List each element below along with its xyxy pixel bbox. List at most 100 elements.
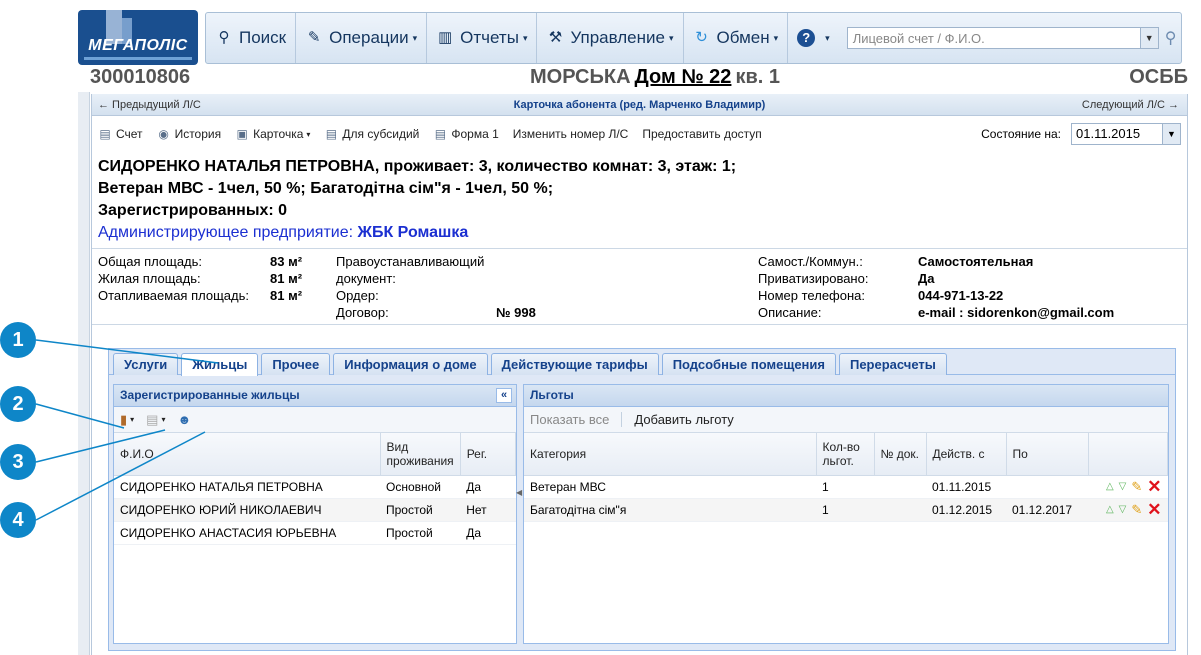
search-menu[interactable]: ⚲ Поиск: [206, 13, 297, 63]
show-all-button[interactable]: Показать все: [530, 412, 623, 427]
subscriber-line-3: Зарегистрированных: 0: [98, 202, 288, 219]
help-icon: ?: [797, 29, 816, 47]
table-row[interactable]: СИДОРЕНКО ЮРИЙ НИКОЛАЕВИЧ Простой Нет: [114, 498, 516, 522]
divider: [92, 324, 1187, 325]
admin-enterprise-link[interactable]: ЖБК Ромашка: [358, 224, 469, 241]
benefits-pane: Льготы Показать все Добавить льготу Кате…: [523, 384, 1169, 644]
tab-auxiliary-rooms[interactable]: Подсобные помещения: [661, 353, 836, 375]
account-button[interactable]: ▤ Счет: [98, 127, 142, 141]
operations-menu[interactable]: ✎ Операции ▾: [296, 13, 428, 63]
subsidies-button[interactable]: ▤ Для субсидий: [324, 127, 420, 141]
col-from[interactable]: Действ. с: [926, 433, 1007, 476]
table-header: Ф.И.О Вид проживания Рег.: [114, 433, 517, 476]
col-actions: [1088, 433, 1168, 476]
area-values: 83 м² 81 м² 81 м²: [270, 254, 303, 303]
chevron-down-icon[interactable]: ▼: [1162, 124, 1180, 144]
table-row[interactable]: СИДОРЕНКО АНАСТАСИЯ ЮРЬЕВНА Простой Да: [114, 521, 516, 545]
delete-icon[interactable]: ✕: [1147, 500, 1161, 520]
document-icon: ▤: [434, 127, 447, 141]
move-down-icon[interactable]: ▽: [1119, 481, 1127, 492]
next-account-link[interactable]: Следующий Л/С →: [1082, 99, 1179, 111]
account-search-input[interactable]: Лицевой счет / Ф.И.О. ▼: [846, 27, 1159, 49]
card-icon: ▣: [236, 127, 248, 141]
state-date-input[interactable]: 01.11.2015 ▼: [1071, 123, 1181, 145]
table-row[interactable]: СИДОРЕНКО НАТАЛЬЯ ПЕТРОВНА Основной Да: [114, 475, 516, 499]
chevron-down-icon[interactable]: ▼: [1139, 28, 1158, 48]
card-menu-button[interactable]: ▣ Карточка ▾: [235, 127, 310, 141]
chevron-down-icon[interactable]: ▾: [161, 415, 165, 424]
tab-recalculations[interactable]: Перерасчеты: [838, 353, 947, 375]
eye-icon: ◉: [158, 127, 169, 141]
admin-enterprise: Администрирующее предприятие: ЖБК Ромашк…: [98, 224, 469, 241]
tab-other[interactable]: Прочее: [261, 353, 331, 375]
edit-icon[interactable]: ✎: [1131, 502, 1142, 518]
state-label: Состояние на:: [981, 127, 1061, 141]
splitter-handle[interactable]: ◀: [516, 488, 522, 497]
tab-house-info[interactable]: Информация о доме: [333, 353, 488, 375]
table-row[interactable]: Ветеран МВС 1 01.11.2015 △ ▽ ✎ ✕: [524, 475, 1168, 499]
benefits-title: Льготы: [524, 385, 1168, 407]
door-icon[interactable]: ▮: [120, 412, 127, 428]
benefits-toolbar: Показать все Добавить льготу: [524, 407, 1168, 433]
history-button[interactable]: ◉ История: [157, 127, 221, 141]
property-labels: Самост./Коммун.: Приватизировано: Номер …: [758, 254, 869, 320]
subscriber-line-2: Ветеран МВС - 1чел, 50 %; Багатодітна сі…: [98, 180, 554, 197]
tab-strip: Услуги Жильцы Прочее Информация о доме Д…: [109, 349, 1175, 376]
reports-menu[interactable]: ▥ Отчеты ▾: [427, 13, 538, 63]
col-count[interactable]: Кол-во льгот.: [816, 433, 875, 476]
house-link[interactable]: Дом № 22: [635, 66, 732, 88]
col-to[interactable]: По: [1006, 433, 1089, 476]
document-edit-icon[interactable]: ▤: [146, 412, 158, 428]
chevron-down-icon: ▾: [668, 32, 674, 43]
col-type[interactable]: Вид проживания: [380, 433, 461, 476]
col-doc[interactable]: № док.: [874, 433, 927, 476]
edit-icon[interactable]: ✎: [1131, 479, 1142, 495]
main-toolbar: ⚲ Поиск ✎ Операции ▾ ▥ Отчеты ▾ ⚒ Управление ▾ …: [205, 12, 1182, 64]
exchange-menu[interactable]: ↻ Обмен ▾: [684, 13, 789, 63]
table-row[interactable]: Багатодітна сім"я 1 01.12.2015 01.12.201…: [524, 498, 1168, 522]
tab-residents[interactable]: Жильцы: [181, 353, 259, 376]
change-number-button[interactable]: Изменить номер Л/С: [513, 127, 629, 141]
organization: ОСББ: [1129, 66, 1188, 88]
tools-icon: ⚒: [548, 29, 563, 46]
move-up-icon[interactable]: △: [1106, 481, 1114, 492]
col-name[interactable]: Ф.И.О: [114, 433, 381, 476]
address: МОРСЬКА Дом № 22 кв. 1: [530, 66, 780, 88]
row-actions: △ ▽ ✎ ✕: [1088, 498, 1168, 522]
col-reg[interactable]: Рег.: [460, 433, 517, 476]
chevron-down-icon: ▾: [522, 32, 528, 43]
card-title: Карточка абонента (ред. Марченко Владими…: [513, 99, 766, 111]
subscriber-info: СИДОРЕНКО НАТАЛЬЯ ПЕТРОВНА, проживает: 3…: [98, 156, 736, 244]
user-icon[interactable]: ☻: [177, 412, 191, 427]
left-rail: [78, 92, 90, 655]
tab-services[interactable]: Услуги: [113, 353, 179, 375]
document-values: № 998: [496, 305, 536, 320]
help-menu[interactable]: ? ▾: [788, 13, 839, 63]
pencil-icon: ✎: [307, 29, 321, 46]
delete-icon[interactable]: ✕: [1147, 477, 1161, 497]
row-actions: △ ▽ ✎ ✕: [1088, 475, 1168, 499]
form1-button[interactable]: ▤ Форма 1: [433, 127, 499, 141]
subscriber-line-1: СИДОРЕНКО НАТАЛЬЯ ПЕТРОВНА, проживает: 3…: [98, 158, 737, 175]
move-up-icon[interactable]: △: [1106, 504, 1114, 515]
tab-tariffs[interactable]: Действующие тарифы: [490, 353, 659, 375]
col-category[interactable]: Категория: [524, 433, 817, 476]
grant-access-button[interactable]: Предоставить доступ: [642, 127, 761, 141]
chevron-down-icon: ▾: [773, 32, 779, 43]
management-menu[interactable]: ⚒ Управление ▾: [537, 13, 684, 63]
search-icon[interactable]: ⚲: [1165, 28, 1177, 48]
callout-4: 4: [0, 502, 36, 538]
chevron-down-icon: ▾: [306, 129, 311, 139]
account-number: 300010806: [90, 66, 191, 88]
table-header: Категория Кол-во льгот. № док. Действ. с…: [524, 433, 1168, 476]
document-icon: ▤: [325, 127, 338, 141]
collapse-icon[interactable]: «: [496, 388, 512, 403]
chevron-down-icon[interactable]: ▾: [130, 415, 134, 424]
account-header: 300010806 МОРСЬКА Дом № 22 кв. 1 ОСББ: [90, 66, 1188, 90]
callout-2: 2: [0, 386, 36, 422]
residents-toolbar: ▮ ▾ ▤ ▾ ☻: [114, 407, 516, 433]
app-logo: МЕГАПОЛІС: [78, 10, 198, 65]
move-down-icon[interactable]: ▽: [1119, 504, 1127, 515]
document-icon: ▤: [99, 127, 111, 141]
add-benefit-button[interactable]: Добавить льготу: [634, 412, 733, 427]
